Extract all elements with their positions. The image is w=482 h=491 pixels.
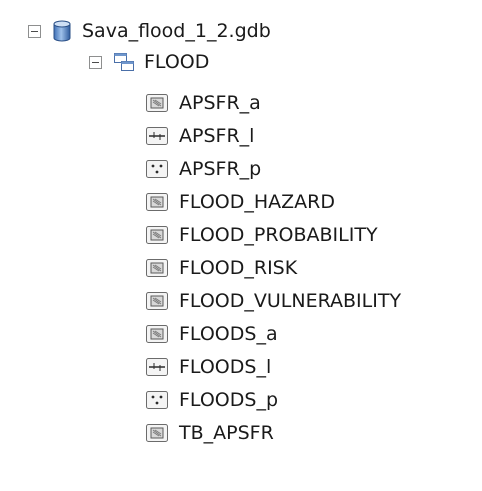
feature-dataset-icon (113, 52, 135, 72)
collapse-toggle-icon[interactable] (28, 24, 41, 38)
feature-class-item[interactable]: FLOOD_PROBABILITY (145, 220, 378, 250)
polygon-feature-class-icon (145, 423, 169, 443)
polygon-feature-class-icon (145, 192, 169, 212)
database-icon (52, 20, 72, 42)
polygon-feature-class-icon (145, 258, 169, 278)
feature-class-label: FLOOD_RISK (179, 257, 298, 279)
point-feature-class-icon (145, 390, 169, 410)
feature-class-item[interactable]: TB_APSFR (145, 418, 274, 448)
feature-class-item[interactable]: FLOOD_HAZARD (145, 187, 335, 217)
feature-class-label: FLOODS_a (179, 323, 278, 345)
feature-class-label: FLOOD_PROBABILITY (179, 224, 378, 246)
feature-class-label: FLOOD_VULNERABILITY (179, 290, 402, 312)
line-feature-class-icon (145, 126, 169, 146)
polygon-feature-class-icon (145, 291, 169, 311)
feature-class-item[interactable]: APSFR_l (145, 121, 254, 151)
feature-class-label: FLOODS_l (179, 356, 272, 378)
feature-class-label: FLOODS_p (179, 389, 278, 411)
feature-class-item[interactable]: FLOOD_RISK (145, 253, 297, 283)
line-feature-class-icon (145, 357, 169, 377)
feature-class-label: APSFR_l (179, 125, 255, 147)
feature-class-item[interactable]: FLOODS_p (145, 385, 278, 415)
polygon-feature-class-icon (145, 324, 169, 344)
collapse-toggle-icon[interactable] (89, 55, 102, 69)
polygon-feature-class-icon (145, 93, 169, 113)
database-label: Sava_flood_1_2.gdb (82, 20, 271, 42)
feature-class-label: APSFR_p (179, 158, 262, 180)
tree-item-geodatabase[interactable]: Sava_flood_1_2.gdb (28, 16, 271, 46)
feature-class-label: TB_APSFR (179, 422, 274, 444)
feature-class-item[interactable]: APSFR_a (145, 88, 261, 118)
dataset-label: FLOOD (144, 51, 210, 73)
feature-class-item[interactable]: FLOOD_VULNERABILITY (145, 286, 401, 316)
feature-class-label: FLOOD_HAZARD (179, 191, 336, 213)
feature-class-item[interactable]: APSFR_p (145, 154, 261, 184)
feature-class-label: APSFR_a (179, 92, 261, 114)
polygon-feature-class-icon (145, 225, 169, 245)
tree-item-feature-dataset[interactable]: FLOOD (89, 47, 209, 77)
feature-class-item[interactable]: FLOODS_a (145, 319, 278, 349)
point-feature-class-icon (145, 159, 169, 179)
feature-class-item[interactable]: FLOODS_l (145, 352, 271, 382)
